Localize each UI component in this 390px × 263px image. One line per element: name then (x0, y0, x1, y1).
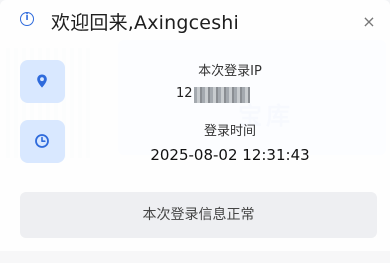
info-icon: i (20, 12, 34, 26)
ip-redaction-mask (194, 87, 250, 103)
login-time-value: 2025-08-02 12:31:43 (150, 146, 310, 164)
login-time-label: 登录时间 (203, 124, 256, 139)
login-ip-label: 本次登录IP (198, 64, 262, 79)
dialog-title: 欢迎回来,Axingceshi (51, 12, 240, 34)
location-pin-icon (37, 74, 47, 88)
login-info-dialog: i 欢迎回来,Axingceshi × 本次登录IP 12 登录时间 2025-… (0, 0, 390, 263)
close-icon[interactable]: × (360, 13, 378, 31)
dialog-footer-strip (0, 251, 390, 263)
clock-icon (35, 134, 49, 148)
clock-icon-box (20, 120, 65, 163)
location-icon-box (20, 60, 65, 103)
status-message: 本次登录信息正常 (20, 192, 377, 238)
